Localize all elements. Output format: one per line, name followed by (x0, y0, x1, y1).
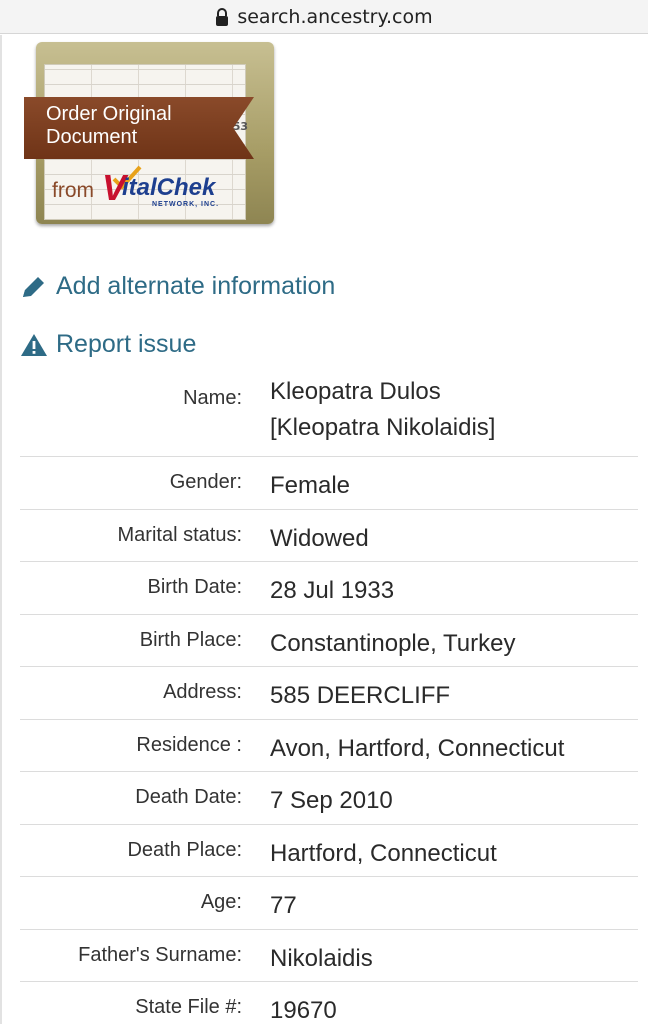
birth-place-label: Birth Place: (139, 629, 242, 651)
record-row-state-file: State File #: 19670 (20, 982, 638, 1035)
birth-place-value: Constantinople, Turkey (270, 630, 516, 657)
banner-line1: Order Original (46, 103, 172, 125)
name-label: Name: (183, 387, 242, 409)
residence-value: Avon, Hartford, Connecticut (270, 735, 565, 762)
logo-from: from (52, 179, 94, 202)
url-text: search.ancestry.com (237, 5, 433, 28)
logo-subtitle: NETWORK, INC. (152, 201, 220, 208)
death-date-label: Death Date: (135, 786, 242, 808)
death-place-value: Hartford, Connecticut (270, 840, 497, 867)
gender-label: Gender: (169, 471, 242, 493)
report-issue-label: Report issue (56, 330, 197, 358)
add-alternate-info-link[interactable]: Add alternate information (20, 272, 335, 301)
record-row-address: Address: 585 DEERCLIFF (20, 667, 638, 720)
record-row-marital-status: Marital status: Widowed (20, 510, 638, 562)
marital-status-value: Widowed (270, 525, 369, 552)
record-row-name: Name: Kleopatra Dulos [Kleopatra Nikolai… (20, 373, 638, 457)
address-label: Address: (163, 681, 242, 703)
record-row-residence: Residence : Avon, Hartford, Connecticut (20, 720, 638, 772)
death-place-label: Death Place: (127, 839, 242, 861)
record-row-gender: Gender: Female (20, 457, 638, 510)
residence-label: Residence : (136, 734, 242, 756)
age-label: Age: (200, 891, 242, 913)
marital-status-label: Marital status: (117, 524, 242, 546)
name-alternate: [Kleopatra Nikolaidis] (270, 414, 496, 441)
logo-brand: italChek (122, 174, 216, 201)
birth-date-label: Birth Date: (147, 576, 242, 598)
gender-value: Female (270, 472, 351, 499)
record-row-fathers-surname: Father's Surname: Nikolaidis (20, 930, 638, 982)
pencil-icon (23, 276, 44, 297)
address-value: 585 DEERCLIFF (270, 682, 451, 709)
add-alternate-label: Add alternate information (56, 272, 336, 300)
banner-line2: Document (46, 126, 138, 148)
order-original-document-button[interactable]: 53 Order Original Document from V italCh… (24, 42, 274, 224)
name-primary: Kleopatra Dulos (270, 378, 441, 405)
order-banner: Order Original Document (24, 97, 254, 159)
age-value: 77 (270, 892, 297, 919)
fathers-surname-label: Father's Surname: (78, 944, 242, 966)
record-row-death-place: Death Place: Hartford, Connecticut (20, 825, 638, 877)
record-row-age: Age: 77 (20, 877, 638, 930)
warning-icon (21, 333, 47, 356)
birth-date-value: 28 Jul 1933 (270, 577, 395, 604)
death-date-value: 7 Sep 2010 (270, 787, 393, 814)
state-file-label: State File #: (135, 996, 242, 1018)
page-content: 53 Order Original Document from V italCh… (0, 35, 648, 1024)
lock-icon (216, 7, 229, 26)
record-row-birth-date: Birth Date: 28 Jul 1933 (20, 562, 638, 615)
state-file-value: 19670 (270, 997, 337, 1024)
vitalchek-logo: from V italChek NETWORK, INC. (50, 165, 232, 213)
report-issue-link[interactable]: Report issue (20, 330, 196, 359)
name-value: Kleopatra Dulos [Kleopatra Nikolaidis] (242, 373, 495, 456)
address-bar[interactable]: search.ancestry.com (0, 0, 648, 34)
record-row-birth-place: Birth Place: Constantinople, Turkey (20, 615, 638, 667)
record-row-death-date: Death Date: 7 Sep 2010 (20, 772, 638, 825)
fathers-surname-value: Nikolaidis (270, 945, 373, 972)
record-details: Name: Kleopatra Dulos [Kleopatra Nikolai… (20, 373, 638, 1035)
